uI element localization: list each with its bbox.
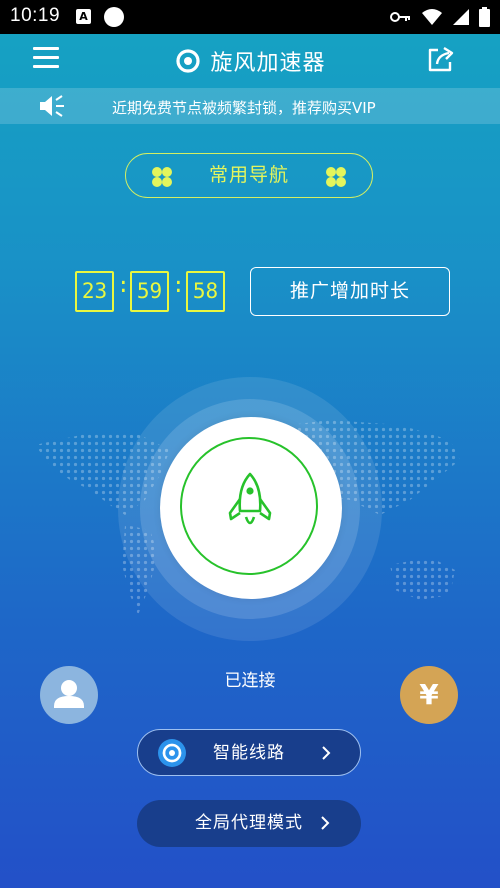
speaker-icon bbox=[40, 95, 64, 117]
clover-icon bbox=[326, 167, 346, 187]
app-title: 旋风加速器 bbox=[210, 51, 326, 76]
wifi-icon bbox=[422, 9, 442, 25]
key-icon bbox=[390, 12, 410, 22]
promote-extend-time-button[interactable]: 推广增加时长 bbox=[250, 267, 450, 316]
smart-route-button[interactable]: 智能线路 bbox=[137, 729, 361, 776]
share-icon bbox=[428, 46, 454, 72]
share-button[interactable] bbox=[425, 43, 457, 75]
app-header: 旋风加速器 bbox=[0, 34, 500, 88]
notice-bar[interactable]: 近期免费节点被频繁封锁，推荐购买VIP bbox=[0, 88, 500, 124]
user-profile-button[interactable] bbox=[40, 666, 98, 724]
timer-separator: : bbox=[172, 273, 185, 297]
timer-minutes: 59 bbox=[130, 271, 169, 312]
connect-button[interactable] bbox=[118, 377, 382, 641]
vip-purchase-button[interactable]: ¥ bbox=[400, 666, 458, 724]
menu-button[interactable] bbox=[33, 45, 63, 73]
common-nav-button[interactable]: 常用导航 bbox=[125, 153, 373, 198]
status-bar: 10:19 A bbox=[0, 0, 500, 34]
chevron-right-icon bbox=[322, 746, 331, 760]
status-icons bbox=[390, 6, 490, 28]
timer-separator: : bbox=[117, 273, 130, 297]
notice-text: 近期免费节点被频繁封锁，推荐购买VIP bbox=[112, 99, 376, 117]
timer-seconds: 58 bbox=[186, 271, 225, 312]
status-time: 10:19 bbox=[10, 5, 61, 26]
notification-app-icon: A bbox=[76, 9, 91, 24]
logo-icon bbox=[176, 49, 201, 73]
rocket-icon bbox=[228, 472, 272, 525]
user-icon bbox=[54, 680, 84, 708]
proxy-mode-button[interactable]: 全局代理模式 bbox=[137, 800, 361, 847]
battery-icon bbox=[479, 7, 490, 27]
chevron-right-icon bbox=[321, 816, 330, 830]
notification-dot-icon bbox=[104, 7, 124, 27]
signal-icon bbox=[453, 9, 469, 25]
timer-hours: 23 bbox=[75, 271, 114, 312]
